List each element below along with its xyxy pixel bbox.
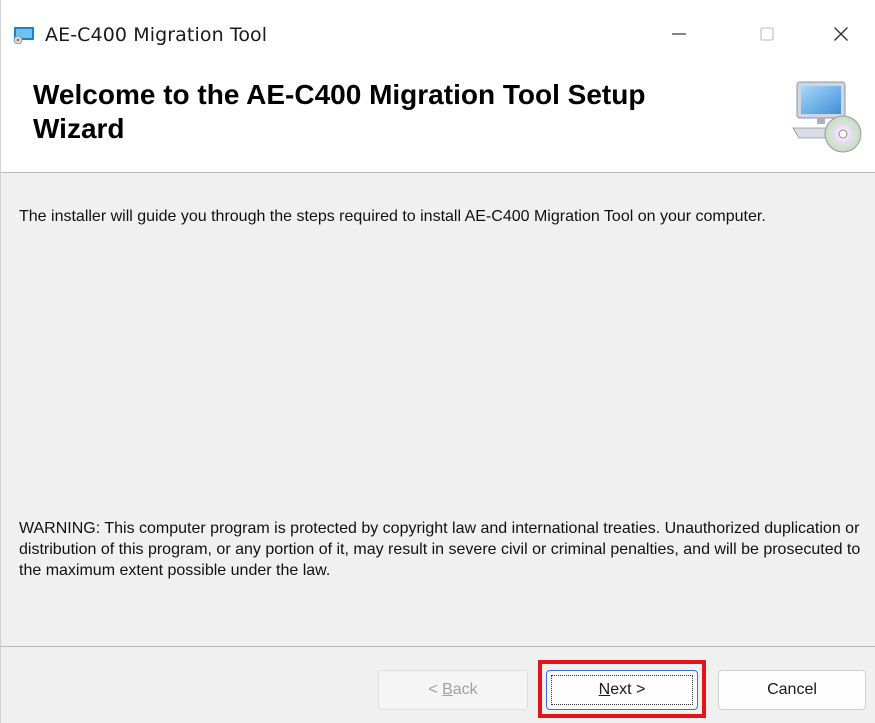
banner-title: Welcome to the AE-C400 Migration Tool Se… [33, 79, 646, 144]
maximize-button [739, 14, 795, 54]
intro-text: The installer will guide you through the… [19, 208, 766, 225]
close-button[interactable] [813, 14, 869, 54]
installer-monitor-icon [13, 27, 34, 44]
back-button: < Back [378, 670, 528, 710]
back-prefix: < [428, 681, 443, 698]
footer-divider [1, 646, 875, 647]
focus-rectangle [551, 675, 693, 705]
minimize-icon [672, 33, 686, 35]
computer-cd-icon [792, 81, 862, 153]
back-label-rest: ack [452, 681, 478, 698]
close-icon [834, 27, 848, 41]
title-bar[interactable]: AE-C400 Migration Tool [1, 0, 875, 64]
minimize-button[interactable] [651, 14, 707, 54]
window-title: AE-C400 Migration Tool [45, 24, 268, 46]
next-button[interactable]: Next > [546, 670, 698, 710]
setup-wizard-window: AE-C400 Migration Tool Welcome to the AE… [0, 0, 875, 723]
cancel-button[interactable]: Cancel [718, 670, 866, 710]
wizard-banner: Welcome to the AE-C400 Migration Tool Se… [1, 64, 875, 173]
cancel-label: Cancel [767, 681, 817, 698]
copyright-warning-text: WARNING: This computer program is protec… [19, 520, 861, 579]
back-accelerator: B [442, 681, 453, 698]
maximize-icon [760, 27, 774, 41]
